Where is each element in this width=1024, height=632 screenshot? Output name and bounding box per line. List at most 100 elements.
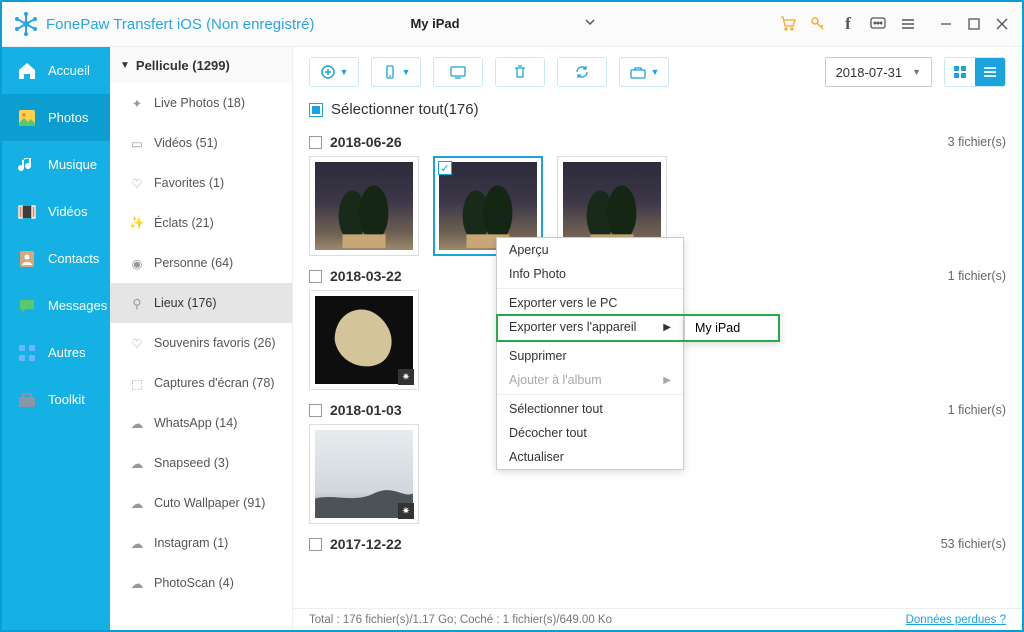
nav-label: Contacts: [48, 251, 99, 266]
tree-item[interactable]: ☁PhotoScan (4): [110, 563, 292, 603]
tree-label: Instagram (1): [154, 536, 228, 550]
group-date: 2018-03-22: [330, 268, 402, 284]
context-menu-item[interactable]: Sélectionner tout: [497, 397, 683, 421]
album-icon: ☁: [128, 454, 146, 472]
minimize-button[interactable]: [938, 16, 954, 32]
nav-item-contacts[interactable]: Contacts: [2, 235, 110, 282]
titlebar: FonePaw Transfert iOS (Non enregistré) M…: [2, 2, 1022, 47]
context-menu: Aperçu Info Photo Exporter vers le PCExpor…: [496, 237, 684, 470]
tree-item[interactable]: ♡Favorites (1): [110, 163, 292, 203]
effect-badge-icon: ✷: [398, 369, 414, 385]
nav-item-videos[interactable]: Vidéos: [2, 188, 110, 235]
context-menu-item[interactable]: Supprimer: [497, 344, 683, 368]
view-toggle: [944, 57, 1006, 87]
export-to-device-button[interactable]: ▼: [371, 57, 421, 87]
contacts-icon: [16, 248, 38, 270]
tree-item[interactable]: ☁ Snapseed (3): [110, 443, 292, 483]
nav-label: Toolkit: [48, 392, 85, 407]
content-toolbar: ▼ ▼ ▼ 2018-07-31▼: [293, 47, 1022, 91]
select-all-row[interactable]: Sélectionner tout(176): [293, 91, 1022, 122]
nav-item-photos[interactable]: Photos: [2, 94, 110, 141]
status-text: Total : 176 fichier(s)/1.17 Go; Coché : …: [309, 614, 612, 626]
context-menu-item[interactable]: Exporter vers l'appareil▶: [497, 315, 683, 339]
group-checkbox[interactable]: [309, 136, 322, 149]
toolkit-icon: [16, 389, 38, 411]
group-checkbox[interactable]: [309, 404, 322, 417]
album-icon: ✨: [128, 214, 146, 232]
tree-root[interactable]: ▼Pellicule (1299): [110, 47, 292, 83]
messages-icon: [16, 295, 38, 317]
menu-icon[interactable]: [900, 16, 916, 32]
maximize-button[interactable]: [966, 16, 982, 32]
toolbox-button[interactable]: ▼: [619, 57, 669, 87]
close-button[interactable]: [994, 16, 1010, 32]
tree-item[interactable]: ✨ Éclats (21): [110, 203, 292, 243]
group-checkbox[interactable]: [309, 270, 322, 283]
album-icon: ♡: [128, 174, 146, 192]
context-menu-item[interactable]: Info Photo: [497, 262, 683, 286]
facebook-icon[interactable]: f: [840, 16, 856, 32]
photo-thumb[interactable]: [309, 156, 419, 256]
tree-item[interactable]: ☁WhatsApp (14): [110, 403, 292, 443]
tree-item[interactable]: ⚲ Lieux (176): [110, 283, 292, 323]
feedback-icon[interactable]: [870, 16, 886, 32]
album-icon: ⬚: [128, 374, 146, 392]
tree-label: Lieux (176): [154, 296, 217, 310]
menu-label: Supprimer: [509, 349, 567, 363]
menu-label: Aperçu: [509, 243, 549, 257]
menu-label: Sélectionner tout: [509, 402, 603, 416]
context-menu-item[interactable]: Décocher tout: [497, 421, 683, 445]
tree-label: Éclats (21): [154, 216, 214, 230]
list-view-button[interactable]: [975, 58, 1005, 86]
nav-item-home[interactable]: Accueil: [2, 47, 110, 94]
context-submenu[interactable]: My iPad: [684, 314, 780, 342]
key-icon[interactable]: [810, 16, 826, 32]
nav-item-toolkit[interactable]: Toolkit: [2, 376, 110, 423]
tree-item[interactable]: ✦Live Photos (18): [110, 83, 292, 123]
photo-thumb[interactable]: ✷: [309, 424, 419, 524]
group-count: 3 fichier(s): [948, 135, 1006, 149]
grid-view-button[interactable]: [945, 58, 975, 86]
nav-item-messages[interactable]: Messages: [2, 282, 110, 329]
tree-item[interactable]: ♡Souvenirs favoris (26): [110, 323, 292, 363]
nav-item-music[interactable]: Musique: [2, 141, 110, 188]
app-title: FonePaw Transfert iOS (Non enregistré): [46, 16, 314, 33]
context-menu-item[interactable]: Exporter vers le PC: [497, 291, 683, 315]
date-filter[interactable]: 2018-07-31▼: [825, 57, 932, 87]
group-date: 2017-12-22: [330, 536, 402, 552]
add-button[interactable]: ▼: [309, 57, 359, 87]
tree-item[interactable]: ◉Personne (64): [110, 243, 292, 283]
tree-label: Personne (64): [154, 256, 233, 270]
context-menu-item[interactable]: Actualiser: [497, 445, 683, 469]
tree-label: Live Photos (18): [154, 96, 245, 110]
context-menu-item: Ajouter à l'album▶: [497, 368, 683, 392]
device-name: My iPad: [410, 16, 459, 31]
photo-thumb[interactable]: ✷: [309, 290, 419, 390]
select-all-checkbox[interactable]: [309, 103, 323, 117]
tree-item[interactable]: ☁Instagram (1): [110, 523, 292, 563]
tree-item[interactable]: ⬚Captures d'écran (78): [110, 363, 292, 403]
tree-item[interactable]: ☁Cuto Wallpaper (91): [110, 483, 292, 523]
tree-label: Snapseed (3): [154, 456, 229, 470]
device-selector[interactable]: My iPad: [404, 10, 604, 38]
group-date: 2018-01-03: [330, 402, 402, 418]
videos-icon: [16, 201, 38, 223]
context-menu-item[interactable]: Aperçu: [497, 238, 683, 262]
export-to-pc-button[interactable]: [433, 57, 483, 87]
tree-item[interactable]: ▭Vidéos (51): [110, 123, 292, 163]
music-icon: [16, 154, 38, 176]
delete-button[interactable]: [495, 57, 545, 87]
menu-label: Décocher tout: [509, 426, 587, 440]
cart-icon[interactable]: [780, 16, 796, 32]
album-icon: ♡: [128, 334, 146, 352]
check-icon: ✓: [438, 161, 452, 175]
home-icon: [16, 60, 38, 82]
date-group-header[interactable]: 2017-12-2253 fichier(s): [309, 536, 1006, 552]
group-checkbox[interactable]: [309, 538, 322, 551]
date-group-header[interactable]: 2018-06-263 fichier(s): [309, 134, 1006, 150]
album-icon: ⚲: [128, 294, 146, 312]
album-icon: ☁: [128, 494, 146, 512]
nav-item-others[interactable]: Autres: [2, 329, 110, 376]
lost-data-link[interactable]: Données perdues ?: [906, 614, 1006, 626]
refresh-button[interactable]: [557, 57, 607, 87]
